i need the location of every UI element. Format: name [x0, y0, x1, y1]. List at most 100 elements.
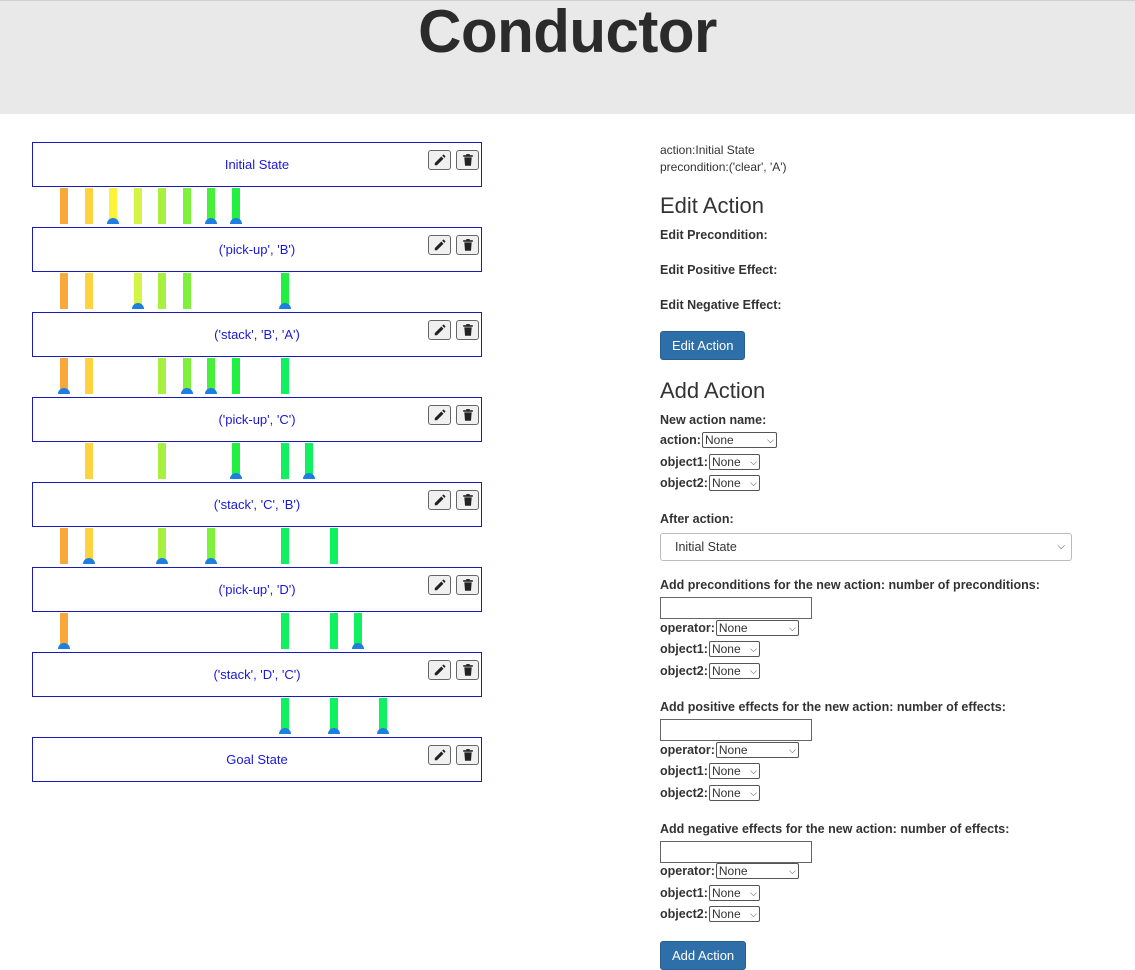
action-node-label[interactable]: Initial State	[33, 157, 481, 172]
trash-icon	[462, 749, 473, 761]
precondition-operator-select[interactable]: None ⌵	[715, 620, 799, 636]
action-node-label[interactable]: ('pick-up', 'C')	[33, 412, 481, 427]
action-node[interactable]: ('pick-up', 'C')	[32, 397, 482, 442]
action-node-label[interactable]: ('pick-up', 'D')	[33, 582, 481, 597]
trash-icon	[462, 494, 473, 506]
preconditions-count-input[interactable]	[660, 597, 812, 619]
action-node[interactable]: ('stack', 'C', 'B')	[32, 482, 482, 527]
action-node[interactable]: ('pick-up', 'D')	[32, 567, 482, 612]
plan-graph: Initial State ('pick-up', 'B') ('stack', '…	[0, 120, 560, 820]
delete-action-node-button[interactable]	[456, 490, 479, 510]
delete-action-node-button[interactable]	[456, 405, 479, 425]
positive-effects-count-label: Add positive effects for the new action:…	[660, 700, 1006, 714]
delete-action-node-button[interactable]	[456, 575, 479, 595]
action-node[interactable]: Goal State	[32, 737, 482, 782]
operator-field-label: operator:	[660, 864, 715, 878]
action-node-label[interactable]: Goal State	[33, 752, 481, 767]
negative-object2-row: object2: None ⌵	[660, 906, 760, 922]
trash-icon	[462, 664, 473, 676]
positive-object2-select[interactable]: None ⌵	[708, 785, 760, 801]
precondition-object1-select[interactable]: None ⌵	[708, 641, 760, 657]
edit-action-node-button[interactable]	[428, 745, 451, 765]
chevron-down-icon: ⌵	[789, 744, 796, 755]
chevron-down-icon: ⌵	[750, 643, 757, 654]
pencil-icon	[434, 664, 445, 676]
positive-operator-row: operator: None ⌵	[660, 742, 799, 758]
delete-action-node-button[interactable]	[456, 235, 479, 255]
edit-action-button[interactable]: Edit Action	[660, 331, 746, 360]
object1-select[interactable]: None ⌵	[708, 454, 760, 470]
precondition-link-dot	[82, 558, 95, 564]
positive-object2-row: object2: None ⌵	[660, 785, 760, 801]
edit-action-node-button[interactable]	[428, 575, 451, 595]
edit-action-node-button[interactable]	[428, 235, 451, 255]
precondition-link-dot	[58, 643, 70, 649]
chevron-down-icon: ⌵	[789, 622, 796, 633]
precondition-link-dot	[156, 558, 168, 564]
object2-select[interactable]: None ⌵	[708, 475, 760, 491]
negative-operator-select[interactable]: None ⌵	[715, 863, 799, 879]
positive-operator-select[interactable]: None ⌵	[715, 742, 799, 758]
selected-precondition-info: precondition:('clear', 'A')	[660, 160, 787, 174]
precondition-link-dot	[58, 388, 70, 394]
chevron-down-icon: ⌵	[750, 908, 757, 919]
positive-object1-select[interactable]: None ⌵	[708, 763, 760, 779]
negative-effects-count-label: Add negative effects for the new action:…	[660, 822, 1010, 836]
action-node[interactable]: ('pick-up', 'B')	[32, 227, 482, 272]
operator-field-label: operator:	[660, 621, 715, 635]
pencil-icon	[434, 154, 445, 166]
delete-action-node-button[interactable]	[456, 745, 479, 765]
negative-object2-select[interactable]: None ⌵	[708, 906, 760, 922]
app-title: Conductor	[418, 0, 717, 65]
edit-action-node-button[interactable]	[428, 405, 451, 425]
edit-negative-effect-label: Edit Negative Effect:	[660, 298, 782, 312]
edit-action-node-button[interactable]	[428, 660, 451, 680]
precondition-link-dot	[205, 218, 217, 224]
pencil-icon	[434, 239, 445, 251]
action-node[interactable]: ('stack', 'B', 'A')	[32, 312, 482, 357]
chevron-down-icon: ⌵	[750, 787, 757, 798]
state-link-bar	[329, 613, 338, 649]
chevron-down-icon: ⌵	[750, 665, 757, 676]
edit-action-node-button[interactable]	[428, 490, 451, 510]
state-link-bar	[84, 188, 93, 224]
precondition-object2-select[interactable]: None ⌵	[708, 663, 760, 679]
negative-object1-select[interactable]: None ⌵	[708, 885, 760, 901]
add-action-button[interactable]: Add Action	[660, 941, 747, 970]
precondition-link-dot	[278, 303, 291, 309]
state-link-bar	[280, 613, 289, 649]
action-node[interactable]: Initial State	[32, 142, 482, 187]
trash-icon	[462, 409, 473, 421]
action-select[interactable]: None ⌵	[701, 432, 777, 448]
action-node-label[interactable]: ('pick-up', 'B')	[33, 242, 481, 257]
action-node-label[interactable]: ('stack', 'C', 'B')	[33, 497, 481, 512]
state-link-bar	[231, 358, 240, 394]
edit-positive-effect-label: Edit Positive Effect:	[660, 263, 778, 277]
pencil-icon	[434, 579, 445, 591]
state-link-bar	[280, 443, 289, 479]
delete-action-node-button[interactable]	[456, 320, 479, 340]
state-link-bar	[84, 273, 93, 309]
chevron-down-icon: ⌵	[750, 477, 757, 488]
action-node-label[interactable]: ('stack', 'D', 'C')	[33, 667, 481, 682]
object2-field-label: object2:	[660, 476, 708, 490]
trash-icon	[462, 579, 473, 591]
edit-action-node-button[interactable]	[428, 320, 451, 340]
positive-effects-count-input[interactable]	[660, 719, 812, 741]
trash-icon	[462, 239, 473, 251]
negative-effects-count-input[interactable]	[660, 841, 812, 863]
after-action-select[interactable]: Initial State ⌵	[660, 533, 1072, 561]
object1-field-label: object1:	[660, 455, 708, 469]
trash-icon	[462, 324, 473, 336]
object1-field-label: object1:	[660, 642, 708, 656]
action-node[interactable]: ('stack', 'D', 'C')	[32, 652, 482, 697]
state-link-bar	[158, 188, 166, 224]
precondition-link-dot	[327, 728, 340, 734]
delete-action-node-button[interactable]	[456, 660, 479, 680]
state-link-bar	[60, 188, 68, 224]
state-link-bar	[84, 358, 93, 394]
add-action-title: Add Action	[660, 378, 766, 403]
action-node-label[interactable]: ('stack', 'B', 'A')	[33, 327, 481, 342]
edit-action-node-button[interactable]	[428, 150, 451, 170]
delete-action-node-button[interactable]	[456, 150, 479, 170]
